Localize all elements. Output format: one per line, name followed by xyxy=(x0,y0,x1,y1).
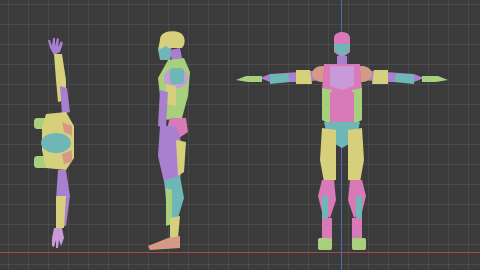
3d-viewport[interactable] xyxy=(0,0,480,270)
front-view-right-hand xyxy=(422,76,448,82)
front-view-left-leg xyxy=(320,128,336,182)
front-view-right-foot xyxy=(352,238,366,250)
front-view-left-foot xyxy=(318,238,332,250)
front-view-right-leg xyxy=(348,128,364,182)
top-view-upper-hand xyxy=(48,38,63,55)
side-view-foot xyxy=(148,236,180,250)
front-view-figure[interactable] xyxy=(236,32,448,250)
top-view-lower-hand xyxy=(52,228,64,248)
top-view-figure[interactable] xyxy=(34,38,74,248)
side-view-figure[interactable] xyxy=(148,31,190,250)
top-view-head xyxy=(41,133,71,153)
front-view-left-hand xyxy=(236,76,262,82)
figures-layer xyxy=(34,31,448,250)
